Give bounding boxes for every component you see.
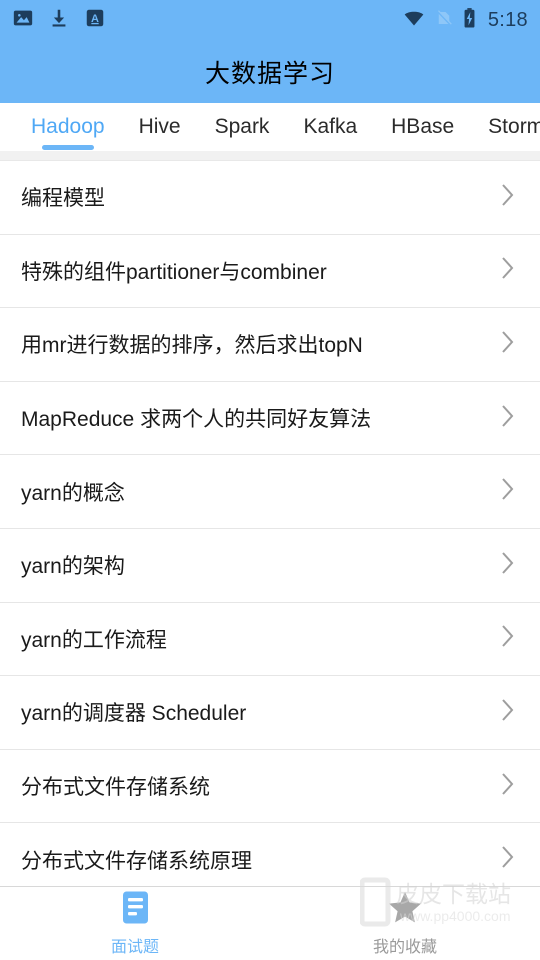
tab-label: Spark xyxy=(214,115,270,138)
document-lines-icon xyxy=(119,890,152,930)
star-icon xyxy=(387,890,423,930)
status-bar: A 5:18 xyxy=(0,0,540,40)
tab-label: Kafka xyxy=(303,115,358,138)
list-item-label: 编程模型 xyxy=(21,187,105,211)
chevron-right-icon xyxy=(500,697,516,728)
tab-storm[interactable]: Storm xyxy=(471,103,540,151)
chevron-right-icon xyxy=(500,255,516,286)
tab-kafka[interactable]: Kafka xyxy=(286,103,374,151)
nav-item-interview-questions[interactable]: 面试题 xyxy=(0,887,270,960)
app-root: A 5:18 大数据学习 Hadoop Hive Spark Kafka HBa… xyxy=(0,0,540,960)
chevron-right-icon xyxy=(500,844,516,875)
status-bar-clock: 5:18 xyxy=(487,8,528,31)
list-item-label: MapReduce 求两个人的共同好友算法 xyxy=(21,408,372,432)
list-item[interactable]: 用mr进行数据的排序，然后求出topN xyxy=(0,308,540,382)
list-item[interactable]: yarn的概念 xyxy=(0,455,540,529)
battery-charging-icon xyxy=(462,7,477,34)
title-bar: 大数据学习 xyxy=(0,40,540,103)
list-item[interactable]: MapReduce 求两个人的共同好友算法 xyxy=(0,381,540,456)
list-item-label: yarn的概念 xyxy=(21,481,125,505)
wifi-icon xyxy=(402,7,426,34)
a-letter-icon: A xyxy=(84,7,106,34)
image-icon xyxy=(12,7,34,34)
chevron-right-icon xyxy=(500,403,516,434)
list-item[interactable]: 特殊的组件partitioner与combiner xyxy=(0,234,540,309)
no-sim-icon xyxy=(435,7,453,34)
chevron-right-icon xyxy=(500,329,516,360)
page-title: 大数据学习 xyxy=(204,59,335,88)
nav-item-label: 我的收藏 xyxy=(372,939,437,956)
list-item[interactable]: yarn的架构 xyxy=(0,528,540,603)
chevron-right-icon xyxy=(500,771,516,802)
tab-label: Hadoop xyxy=(31,115,105,138)
list-item-label: yarn的架构 xyxy=(21,555,125,579)
tab-hadoop[interactable]: Hadoop xyxy=(14,103,122,151)
question-list: 编程模型 特殊的组件partitioner与combiner 用mr进行数据的排… xyxy=(0,161,540,886)
tab-spark[interactable]: Spark xyxy=(198,103,287,151)
tab-hive[interactable]: Hive xyxy=(122,103,198,151)
list-item[interactable]: yarn的调度器 Scheduler xyxy=(0,676,540,750)
tab-label: HBase xyxy=(391,115,455,138)
list-item[interactable]: 分布式文件存储系统原理 xyxy=(0,823,540,886)
tab-label: Storm xyxy=(488,115,540,138)
list-item-label: yarn的调度器 Scheduler xyxy=(21,702,247,726)
tab-list-separator xyxy=(0,151,540,161)
status-bar-right-icons: 5:18 xyxy=(402,7,528,34)
list-item-label: 分布式文件存储系统原理 xyxy=(21,849,252,873)
tab-hbase[interactable]: HBase xyxy=(374,103,471,151)
tab-label: Hive xyxy=(138,115,181,138)
list-item-label: 分布式文件存储系统 xyxy=(21,776,210,800)
chevron-right-icon xyxy=(500,550,516,581)
chevron-right-icon xyxy=(500,476,516,507)
status-bar-left-icons: A xyxy=(12,7,106,34)
nav-item-my-favorites[interactable]: 我的收藏 xyxy=(270,887,540,960)
bottom-navigation-bar: 面试题 我的收藏 皮皮下载站 www.pp4000.com xyxy=(0,877,540,960)
category-tab-bar[interactable]: Hadoop Hive Spark Kafka HBase Storm xyxy=(0,103,540,151)
list-item[interactable]: 编程模型 xyxy=(0,161,540,235)
list-item-label: 用mr进行数据的排序，然后求出topN xyxy=(21,334,363,358)
chevron-right-icon xyxy=(500,623,516,654)
download-icon xyxy=(48,7,70,34)
list-item-label: 特殊的组件partitioner与combiner xyxy=(21,260,327,284)
list-item-label: yarn的工作流程 xyxy=(21,628,167,652)
list-item[interactable]: yarn的工作流程 xyxy=(0,602,540,677)
nav-item-label: 面试题 xyxy=(110,939,159,956)
list-item[interactable]: 分布式文件存储系统 xyxy=(0,749,540,824)
chevron-right-icon xyxy=(500,182,516,213)
